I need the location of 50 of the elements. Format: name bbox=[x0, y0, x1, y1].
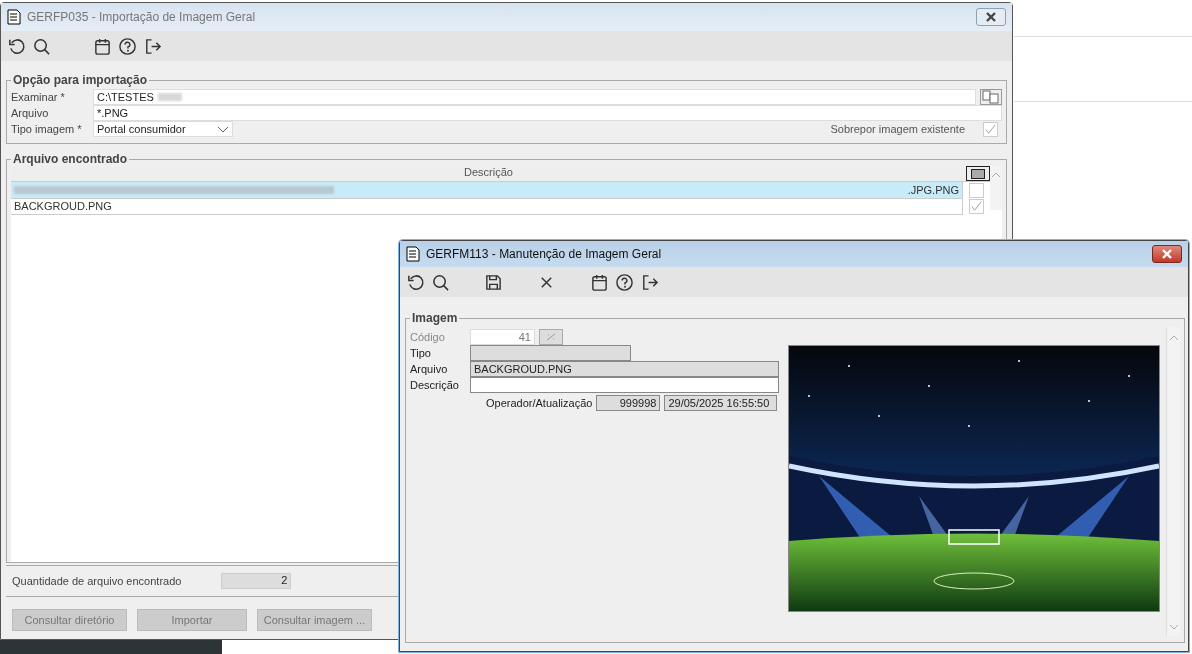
document-icon bbox=[406, 246, 420, 262]
file-filter-field[interactable]: *.PNG bbox=[93, 105, 1002, 121]
section-title: Arquivo encontrado bbox=[12, 152, 128, 166]
field-label: Examinar * bbox=[11, 91, 66, 103]
chevron-down-icon bbox=[217, 125, 229, 133]
search-icon[interactable] bbox=[32, 36, 51, 56]
row-checkbox[interactable] bbox=[969, 198, 984, 214]
type-field[interactable] bbox=[470, 345, 631, 361]
field-label: Código bbox=[410, 331, 446, 343]
section-title: Imagem bbox=[411, 311, 459, 325]
table-cell[interactable]: BACKGROUD.PNG bbox=[11, 197, 963, 215]
calendar-icon[interactable] bbox=[590, 272, 609, 292]
close-button[interactable] bbox=[976, 8, 1006, 26]
close-button[interactable] bbox=[1152, 245, 1182, 263]
field-label: Descrição bbox=[410, 379, 460, 391]
browse-button[interactable] bbox=[980, 89, 1002, 105]
checkbox-label: Sobrepor imagem existente bbox=[830, 123, 965, 135]
percent-icon bbox=[546, 333, 556, 341]
description-field[interactable] bbox=[470, 377, 779, 393]
window-title: GERFM113 - Manutenção de Imagem Geral bbox=[426, 247, 663, 261]
scrollbar[interactable] bbox=[990, 166, 1002, 210]
field-label: Operador/Atualização bbox=[486, 397, 593, 409]
field-label: Arquivo bbox=[410, 363, 449, 375]
operator-field: 999998 bbox=[596, 395, 661, 411]
image-type-dropdown[interactable]: Portal consumidor bbox=[93, 121, 233, 137]
undo-icon[interactable] bbox=[406, 272, 425, 292]
field-label: Arquivo bbox=[11, 107, 50, 119]
field-label: Tipo imagem * bbox=[11, 123, 83, 135]
save-icon[interactable] bbox=[484, 272, 503, 292]
count-field: 2 bbox=[221, 573, 292, 589]
select-all-button[interactable] bbox=[966, 166, 990, 181]
overwrite-checkbox[interactable] bbox=[983, 121, 998, 137]
exit-icon[interactable] bbox=[640, 272, 659, 292]
close-icon bbox=[1159, 249, 1175, 259]
calendar-icon[interactable] bbox=[93, 36, 112, 56]
count-label: Quantidade de arquivo encontrado bbox=[12, 575, 182, 587]
path-field[interactable]: C:\TESTES bbox=[93, 89, 976, 105]
timestamp-field: 29/05/2025 16:55:50 bbox=[664, 395, 778, 411]
row-checkbox[interactable] bbox=[969, 182, 984, 198]
search-icon[interactable] bbox=[431, 272, 450, 292]
field-label: Tipo bbox=[410, 347, 432, 359]
window-title: GERFP035 - Importação de Imagem Geral bbox=[27, 10, 257, 24]
document-icon bbox=[7, 9, 21, 25]
exit-icon[interactable] bbox=[143, 36, 162, 56]
undo-icon[interactable] bbox=[7, 36, 26, 56]
section-title: Opção para importação bbox=[12, 73, 149, 87]
close-icon bbox=[983, 12, 999, 22]
help-icon[interactable] bbox=[615, 272, 634, 292]
help-icon[interactable] bbox=[118, 36, 137, 56]
file-field[interactable]: BACKGROUD.PNG bbox=[470, 361, 779, 377]
